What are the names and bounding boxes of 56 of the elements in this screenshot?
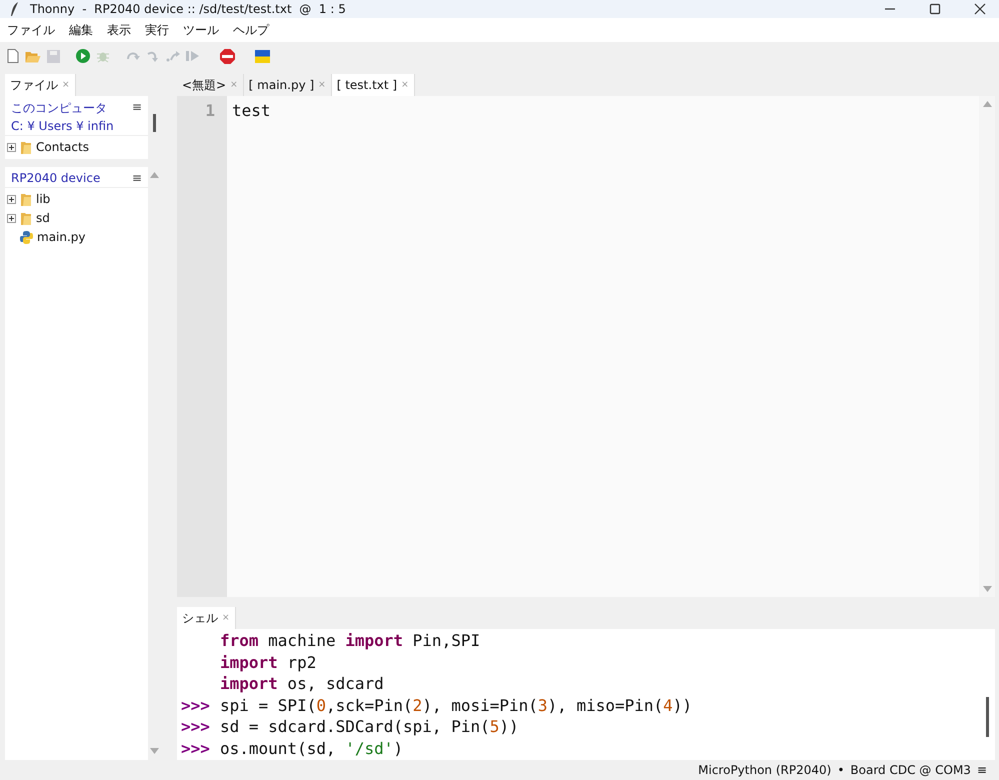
scroll-down-icon[interactable] xyxy=(982,586,992,592)
code-line: import rp2 xyxy=(220,652,316,672)
code-line: sd = sdcard.SDCard(spi, Pin(5)) xyxy=(220,717,519,736)
scrollbar-thumb[interactable] xyxy=(152,114,156,132)
code-line: spi = SPI(0,sck=Pin(2), mosi=Pin(3), miso=Pin(4)) xyxy=(220,696,692,715)
menu-icon[interactable]: ≡ xyxy=(132,171,142,185)
folder-icon[interactable] xyxy=(25,50,41,62)
port-label[interactable]: Board CDC @ COM3 xyxy=(850,763,971,777)
shell-prompt: >>> xyxy=(180,738,211,758)
scroll-down-icon[interactable] xyxy=(150,748,158,754)
file-tree-item[interactable]: sd xyxy=(36,211,50,225)
shell-tab[interactable]: シェル × xyxy=(177,607,236,629)
file-tree-item[interactable]: lib xyxy=(36,192,50,206)
code-line: from machine import Pin,SPI xyxy=(220,631,480,650)
flag-icon[interactable] xyxy=(255,50,270,62)
menu-item[interactable]: ツール xyxy=(183,22,219,38)
menu-icon[interactable]: ≡ xyxy=(976,763,987,777)
files-tab[interactable]: ファイル × xyxy=(5,74,76,96)
expand-toggle-icon[interactable] xyxy=(7,194,16,204)
expand-toggle-icon[interactable] xyxy=(7,214,16,222)
menu-item[interactable]: ヘルプ xyxy=(233,22,269,38)
separator-dot: • xyxy=(837,763,844,777)
shell-prompt: >>> xyxy=(180,717,211,736)
stop-icon[interactable] xyxy=(220,48,235,64)
close-icon[interactable] xyxy=(973,2,987,16)
code-line: os.mount(sd, '/sd') xyxy=(220,738,404,758)
folder-icon xyxy=(20,212,32,224)
location-path[interactable]: C: ¥ Users ¥ infin xyxy=(11,119,114,133)
menu-item[interactable]: 編集 xyxy=(69,22,93,38)
folder-icon xyxy=(20,192,32,206)
python-file-icon xyxy=(20,230,33,244)
folder-icon xyxy=(20,140,32,154)
window-title: Thonny - RP2040 device :: /sd/test/test.txt @ 1 : 5 xyxy=(30,2,346,16)
scroll-up-icon[interactable] xyxy=(982,101,992,107)
maximize-icon[interactable] xyxy=(928,2,942,16)
menu-item[interactable]: 実行 xyxy=(145,22,169,38)
menu-icon[interactable]: ≡ xyxy=(132,100,142,133)
code-line: test xyxy=(232,101,272,120)
run-icon[interactable] xyxy=(76,49,90,63)
file-tree-item[interactable]: Contacts xyxy=(36,140,89,154)
new-file-icon[interactable] xyxy=(7,49,19,63)
shell-prompt: >>> xyxy=(180,696,211,715)
line-number: 1 xyxy=(205,101,215,120)
expand-toggle-icon[interactable] xyxy=(7,142,16,152)
editor-tab[interactable]: [ test.txt ] × xyxy=(332,74,415,96)
interpreter-label[interactable]: MicroPython (RP2040) xyxy=(698,763,832,777)
location-title[interactable]: RP2040 device xyxy=(11,171,100,185)
file-tree-item[interactable]: main.py xyxy=(37,230,86,244)
scrollbar-thumb[interactable] xyxy=(986,697,988,737)
feather-icon xyxy=(10,2,20,16)
menu-item[interactable]: ファイル xyxy=(7,22,55,38)
code-line: import os, sdcard xyxy=(220,674,384,694)
menu-item[interactable]: 表示 xyxy=(107,22,131,38)
location-title[interactable]: このコンピュータ xyxy=(11,100,114,117)
editor-tab[interactable]: [ main.py ] × xyxy=(244,74,332,96)
scroll-up-icon[interactable] xyxy=(150,172,158,178)
